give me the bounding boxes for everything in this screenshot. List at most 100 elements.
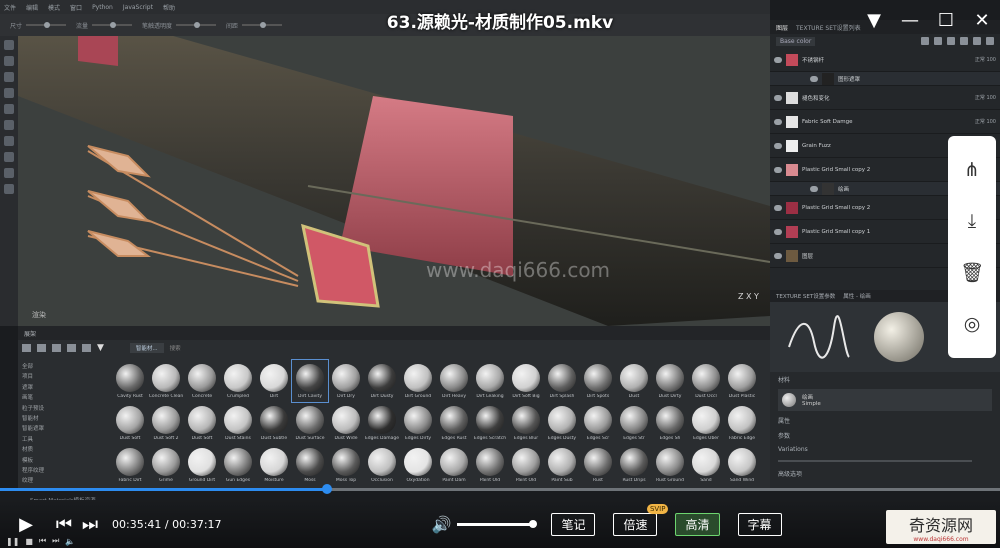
- tab-properties-paint[interactable]: 属性 - 绘画: [843, 292, 870, 300]
- size-slider[interactable]: 尺寸: [10, 21, 67, 30]
- material-thumbnail[interactable]: Dust Dirty: [652, 360, 688, 402]
- progress-bar[interactable]: [0, 484, 1000, 494]
- material-thumbnail[interactable]: Rust Drips: [616, 444, 652, 486]
- material-thumbnail[interactable]: Edges Blur: [508, 402, 544, 444]
- render-tool-icon[interactable]: [4, 184, 14, 194]
- visibility-eye-icon[interactable]: [810, 75, 818, 82]
- tab-texture-set-list[interactable]: TEXTURE SET设置列表: [796, 23, 861, 32]
- eraser-tool-icon[interactable]: [4, 56, 14, 66]
- variations-slider[interactable]: [778, 458, 992, 464]
- shelf-search-input[interactable]: 智能材...: [129, 343, 164, 353]
- material-thumbnail[interactable]: Edges Rust: [436, 402, 472, 444]
- section-attributes[interactable]: 属性: [770, 413, 1000, 428]
- material-thumbnail[interactable]: Paint Old: [472, 444, 508, 486]
- projection-tool-icon[interactable]: [4, 72, 14, 82]
- import-icon[interactable]: [52, 344, 61, 352]
- visibility-eye-icon[interactable]: [774, 204, 782, 211]
- visibility-eye-icon[interactable]: [774, 56, 782, 63]
- material-thumbnail[interactable]: Dirt Splash: [544, 360, 580, 402]
- material-thumbnail[interactable]: Fabric Edge: [724, 402, 760, 444]
- volume-slider[interactable]: [457, 519, 538, 528]
- material-thumbnail[interactable]: Edges Dusty: [544, 402, 580, 444]
- menu-item[interactable]: 帮助: [163, 3, 175, 12]
- visibility-eye-icon[interactable]: [774, 118, 782, 125]
- notes-button[interactable]: 笔记: [551, 512, 596, 536]
- material-thumbnail[interactable]: Sand Wind: [724, 444, 760, 486]
- filter-icon[interactable]: ▼: [97, 343, 104, 353]
- menu-item[interactable]: 编辑: [26, 3, 38, 12]
- material-thumbnail[interactable]: Gun Edges: [220, 444, 256, 486]
- material-thumbnail[interactable]: Ground Dirt: [184, 444, 220, 486]
- material-thumbnail[interactable]: Paint Old: [508, 444, 544, 486]
- bake-tool-icon[interactable]: [4, 168, 14, 178]
- material-thumbnail[interactable]: Dust Occl: [688, 360, 724, 402]
- material-thumbnail[interactable]: Dust: [616, 360, 652, 402]
- shelf-category-item[interactable]: 智能材: [22, 414, 102, 424]
- material-thumbnail[interactable]: Sand: [688, 444, 724, 486]
- material-thumbnail[interactable]: Dirt Spots: [580, 360, 616, 402]
- material-thumbnail[interactable]: Edges Scratch: [472, 402, 508, 444]
- layer-row[interactable]: 不锈钢杆 正常 100: [770, 48, 1000, 72]
- speed-button[interactable]: 倍速 SVIP: [613, 503, 669, 536]
- play-icon[interactable]: ▶: [14, 512, 38, 536]
- material-thumbnail[interactable]: Edges Damage: [364, 402, 400, 444]
- folder-icon[interactable]: [22, 344, 31, 352]
- material-thumbnail[interactable]: Dirt Heavy: [436, 360, 472, 402]
- material-thumbnail[interactable]: Dirt Dusty: [364, 360, 400, 402]
- visibility-eye-icon[interactable]: [774, 228, 782, 235]
- next-icon[interactable]: ⏭: [78, 512, 102, 536]
- material-thumbnail[interactable]: Dust Soft: [112, 402, 148, 444]
- shelf-category-item[interactable]: 工具: [22, 435, 102, 445]
- material-thumbnail[interactable]: Edges Sh: [652, 402, 688, 444]
- material-thumbnail[interactable]: Dirt Soft Big: [508, 360, 544, 402]
- material-thumbnail[interactable]: Dust Subtle: [256, 402, 292, 444]
- shelf-category-item[interactable]: 材质: [22, 445, 102, 455]
- material-thumbnail[interactable]: Dirt Leaking: [472, 360, 508, 402]
- material-thumbnail[interactable]: Edges Dirty: [400, 402, 436, 444]
- material-thumbnail[interactable]: Dirt Dry: [328, 360, 364, 402]
- quality-button[interactable]: 高清: [675, 512, 720, 536]
- geometry-fill-icon[interactable]: [4, 88, 14, 98]
- material-thumbnail[interactable]: Paint Dam: [436, 444, 472, 486]
- material-slot[interactable]: 绘画 Simple: [778, 389, 992, 411]
- material-thumbnail[interactable]: Dust Soft 2: [148, 402, 184, 444]
- volume-icon[interactable]: 🔊: [432, 515, 452, 534]
- layer-blend[interactable]: 正常 100: [972, 118, 1000, 125]
- material-thumbnail[interactable]: Fabric Dirt: [112, 444, 148, 486]
- new-folder-icon[interactable]: [37, 344, 46, 352]
- 3d-viewport[interactable]: 渲染 Z X Y: [18, 36, 770, 326]
- material-thumbnail[interactable]: Edges Scr: [580, 402, 616, 444]
- volume-small-icon[interactable]: 🔈: [65, 537, 75, 546]
- next-small-icon[interactable]: ⏭: [52, 536, 59, 546]
- shelf-category-item[interactable]: 画笔: [22, 393, 102, 403]
- material-thumbnail[interactable]: Oxydation: [400, 444, 436, 486]
- material-thumbnail[interactable]: Occlusion: [364, 444, 400, 486]
- tab-texture-set-settings[interactable]: TEXTURE SET设置参数: [776, 292, 835, 300]
- material-thumbnail[interactable]: Dust Stains: [220, 402, 256, 444]
- material-thumbnail[interactable]: Crumpled: [220, 360, 256, 402]
- material-thumbnail[interactable]: Dirt Ground: [400, 360, 436, 402]
- shelf-category-item[interactable]: 智能遮罩: [22, 424, 102, 434]
- progress-knob[interactable]: [322, 484, 332, 494]
- visibility-eye-icon[interactable]: [774, 142, 782, 149]
- material-thumbnail[interactable]: Dust Surface: [292, 402, 328, 444]
- polygon-fill-icon[interactable]: [4, 152, 14, 162]
- visibility-eye-icon[interactable]: [774, 166, 782, 173]
- flow-slider[interactable]: 流量: [76, 21, 133, 30]
- spacing-slider[interactable]: 间距: [226, 21, 283, 30]
- material-thumbnail[interactable]: Dirt Cavity: [291, 359, 329, 403]
- material-thumbnail[interactable]: Cavity Rust: [112, 360, 148, 402]
- share-icon[interactable]: ⋔: [960, 158, 984, 182]
- visibility-eye-icon[interactable]: [810, 185, 818, 192]
- previous-icon[interactable]: ⏮: [52, 512, 76, 536]
- material-thumbnail[interactable]: Rust: [580, 444, 616, 486]
- stop-icon[interactable]: ■: [25, 537, 33, 546]
- material-thumbnail[interactable]: Moisture: [256, 444, 292, 486]
- maximize-button[interactable]: ☐: [928, 0, 964, 40]
- layer-blend[interactable]: 正常 100: [972, 56, 1000, 63]
- shelf-category-item[interactable]: 遮罩: [22, 383, 102, 393]
- channel-dropdown[interactable]: Base color: [776, 36, 816, 46]
- shelf-category-item[interactable]: 项目: [22, 372, 102, 382]
- opacity-slider[interactable]: 笔触透明度: [142, 21, 217, 30]
- tab-layers[interactable]: 图层: [776, 23, 788, 32]
